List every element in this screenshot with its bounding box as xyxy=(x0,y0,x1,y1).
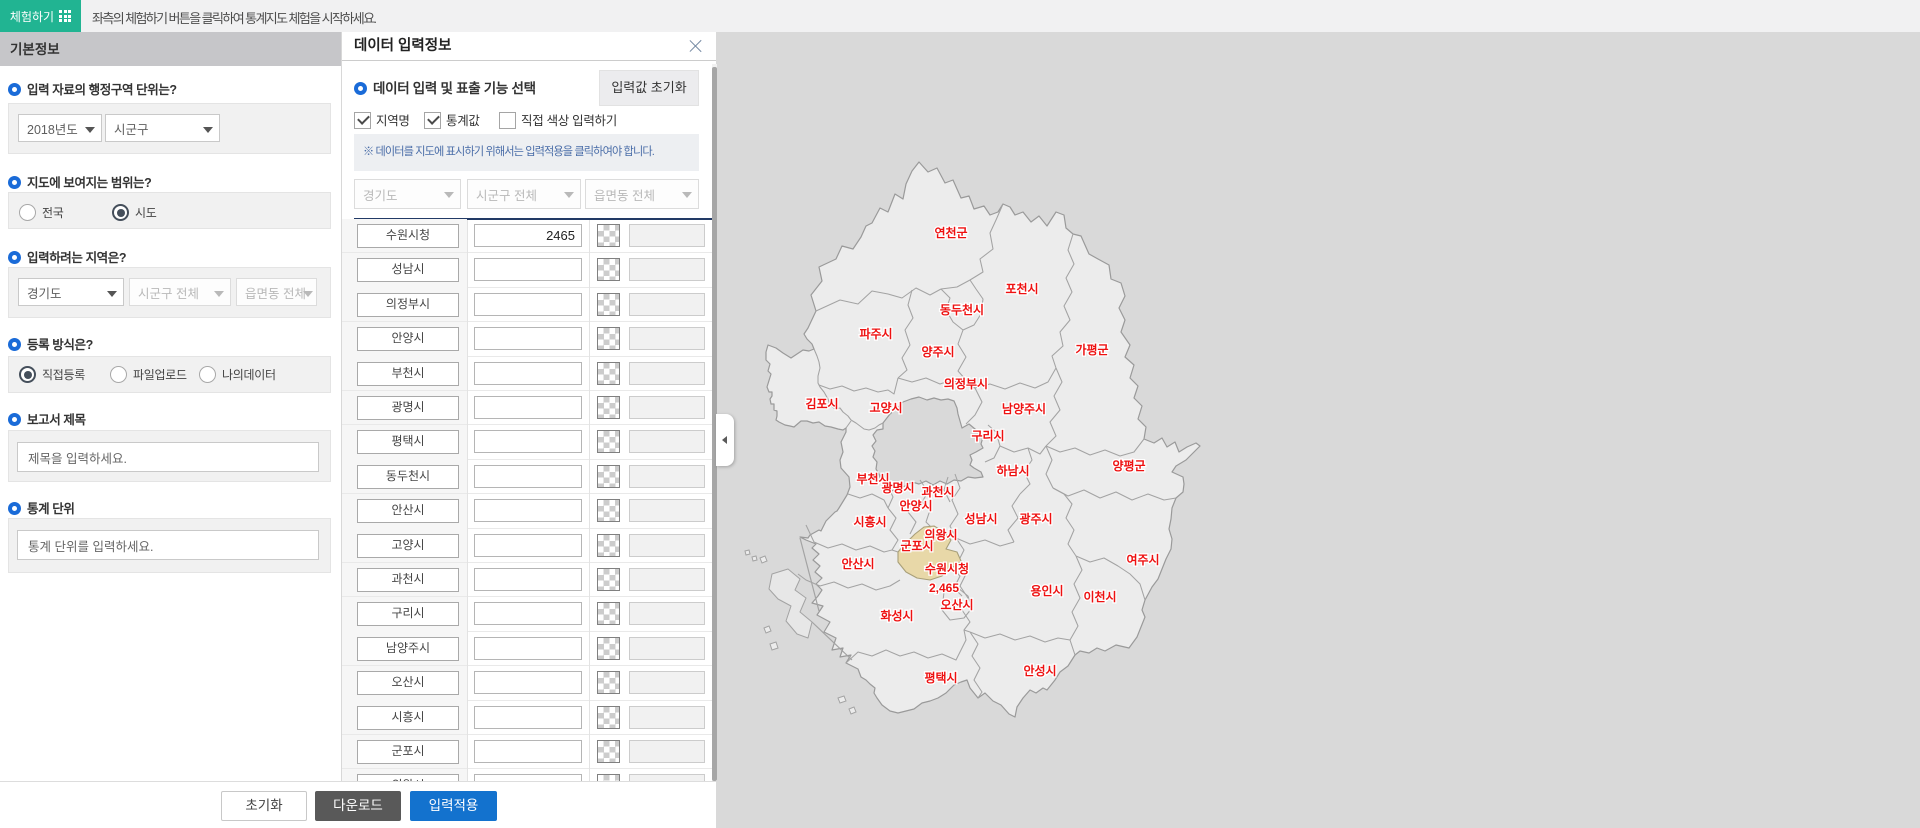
svg-text:평택시: 평택시 xyxy=(924,670,957,685)
svg-text:수원시청: 수원시청 xyxy=(925,561,969,576)
svg-text:구리시: 구리시 xyxy=(971,428,1004,443)
svg-text:오산시: 오산시 xyxy=(940,597,973,612)
svg-text:안산시: 안산시 xyxy=(841,556,874,571)
svg-text:양평군: 양평군 xyxy=(1112,458,1145,473)
svg-text:양주시: 양주시 xyxy=(921,344,954,359)
svg-text:남양주시: 남양주시 xyxy=(1002,401,1046,416)
svg-text:하남시: 하남시 xyxy=(996,463,1029,478)
svg-text:군포시: 군포시 xyxy=(900,539,933,553)
svg-text:포천시: 포천시 xyxy=(1005,281,1038,296)
svg-text:안양시: 안양시 xyxy=(899,498,932,513)
svg-text:여주시: 여주시 xyxy=(1126,552,1159,567)
svg-text:과천시: 과천시 xyxy=(921,484,954,499)
svg-text:김포시: 김포시 xyxy=(805,396,838,411)
svg-text:시흥시: 시흥시 xyxy=(853,514,886,529)
svg-text:동두천시: 동두천시 xyxy=(940,302,984,317)
svg-text:고양시: 고양시 xyxy=(869,400,902,415)
svg-text:화성시: 화성시 xyxy=(880,608,913,623)
svg-text:이천시: 이천시 xyxy=(1083,589,1116,604)
svg-text:가평군: 가평군 xyxy=(1075,342,1108,357)
svg-text:의정부시: 의정부시 xyxy=(944,376,988,391)
svg-text:성남시: 성남시 xyxy=(964,511,997,526)
svg-text:용인시: 용인시 xyxy=(1030,583,1063,598)
svg-text:2,465: 2,465 xyxy=(929,581,959,595)
svg-text:안성시: 안성시 xyxy=(1023,663,1056,678)
svg-text:파주시: 파주시 xyxy=(859,326,892,341)
svg-text:광명시: 광명시 xyxy=(881,480,914,495)
svg-text:광주시: 광주시 xyxy=(1019,511,1052,526)
svg-text:연천군: 연천군 xyxy=(934,225,967,240)
